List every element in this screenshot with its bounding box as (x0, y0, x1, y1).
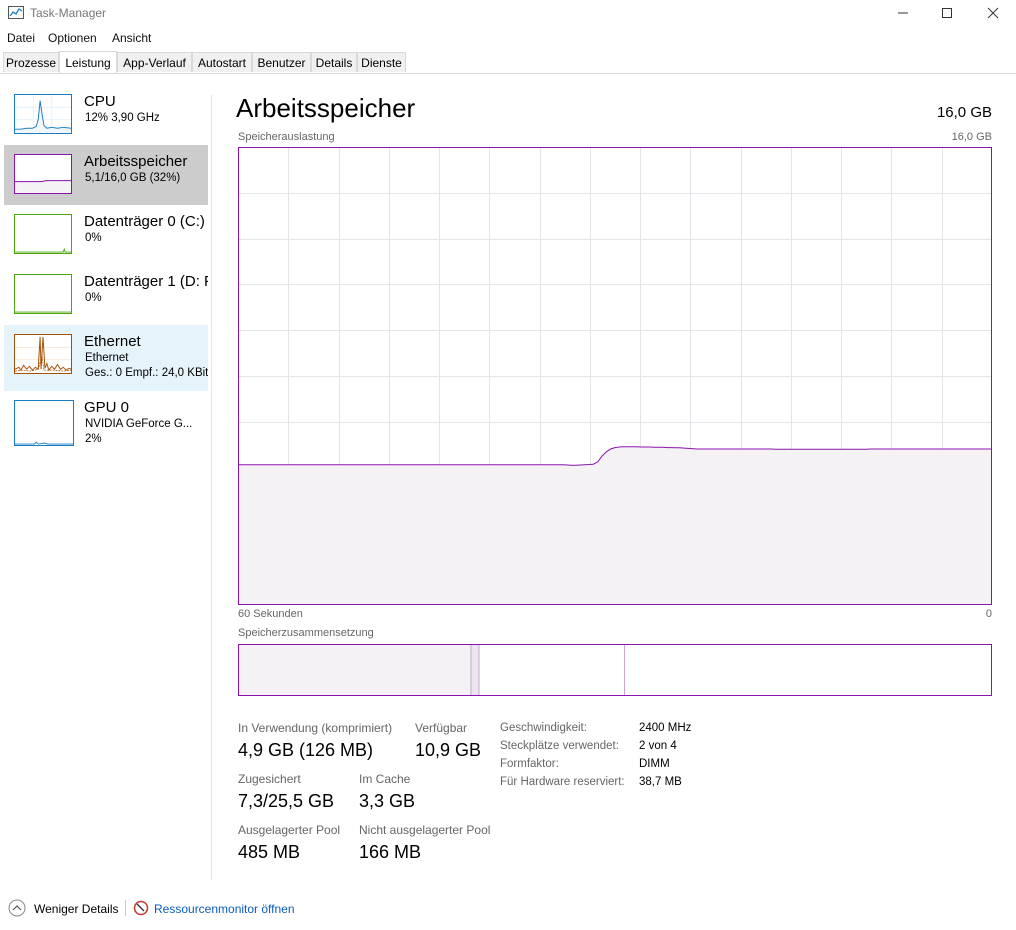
stat-nonpaged-pool-label: Nicht ausgelagerter Pool (359, 823, 491, 837)
usage-area (238, 446, 992, 605)
stat-paged-pool-label: Ausgelagerter Pool (238, 823, 341, 837)
spec-slots-value: 2 von 4 (639, 740, 677, 752)
spec-speed-label: Geschwindigkeit: (500, 722, 587, 734)
sidebar-item-title: Ethernet (84, 333, 141, 350)
stat-cached-value: 3,3 GB (359, 791, 416, 811)
window-title: Task-Manager (30, 6, 107, 20)
stat-paged-pool-value: 485 MB (238, 842, 301, 862)
tab-benutzer[interactable]: Benutzer (252, 52, 311, 72)
sidebar-item-subtitle: NVIDIA GeForce G... (85, 418, 193, 430)
sidebar-item-detail: Ges.: 0 Empf.: 24,0 KBit/ (85, 367, 208, 379)
stat-committed-label: Zugesichert (238, 772, 301, 786)
stat-available-value: 10,9 GB (415, 740, 482, 760)
title-bar: Task-Manager (0, 0, 1016, 26)
spec-reserved-label: Für Hardware reserviert: (500, 776, 625, 788)
spec-form-factor-label: Formfaktor: (500, 758, 559, 770)
disk-d-thumbnail-graph (14, 274, 72, 314)
page-title: Arbeitsspeicher (236, 93, 416, 123)
sidebar-item-title: Arbeitsspeicher (84, 153, 188, 170)
sidebar-item-gpu[interactable]: GPU 0 NVIDIA GeForce G... 2% (4, 391, 208, 457)
close-icon (987, 7, 999, 19)
composition-in-use (239, 645, 471, 695)
stat-nonpaged-pool-value: 166 MB (359, 842, 422, 862)
sidebar-item-subtitle: Ethernet (85, 352, 129, 364)
sidebar-item-memory[interactable]: Arbeitsspeicher 5,1/16,0 GB (32%) (4, 145, 208, 205)
fewer-details-button[interactable]: Weniger Details (8, 899, 120, 919)
stat-in-use-value: 4,9 GB (126 MB) (238, 740, 374, 760)
tab-dienste[interactable]: Dienste (357, 52, 406, 72)
memory-usage-graph (238, 147, 992, 605)
memory-total: 16,0 GB (936, 104, 992, 121)
menu-optionen[interactable]: Optionen (48, 31, 97, 45)
maximize-icon (942, 8, 952, 18)
memory-thumbnail-graph (14, 154, 72, 194)
sidebar-divider (211, 95, 212, 880)
tab-leistung[interactable]: Leistung (59, 51, 117, 73)
stat-cached-label: Im Cache (359, 772, 411, 786)
sidebar-item-title: GPU 0 (84, 399, 130, 416)
memory-composition-bar (238, 644, 992, 696)
ethernet-thumbnail-graph (14, 334, 72, 374)
close-button[interactable] (970, 0, 1016, 26)
sidebar-item-detail: 2% (85, 433, 102, 445)
tab-prozesse[interactable]: Prozesse (3, 52, 59, 72)
sidebar-item-ethernet[interactable]: Ethernet Ethernet Ges.: 0 Empf.: 24,0 KB… (4, 325, 208, 391)
open-resource-monitor-link[interactable]: Ressourcenmonitor öffnen (133, 899, 303, 919)
disk-c-thumbnail-graph (14, 214, 72, 254)
graph-time-right: 0 (985, 608, 992, 620)
sidebar-item-title: CPU (84, 93, 116, 110)
composition-label: Speicherzusammensetzung (238, 627, 374, 639)
sidebar-item-title: Datenträger 0 (C:) (84, 213, 205, 230)
maximize-button[interactable] (924, 0, 970, 26)
resource-monitor-icon (133, 900, 149, 916)
tab-autostart[interactable]: Autostart (192, 52, 252, 72)
stat-in-use-label: In Verwendung (komprimiert) (238, 721, 393, 735)
menu-ansicht[interactable]: Ansicht (112, 31, 151, 45)
chevron-up-icon (8, 899, 26, 917)
spec-form-factor-value: DIMM (639, 758, 670, 770)
spec-slots-label: Steckplätze verwendet: (500, 740, 619, 752)
graph-max-label: 16,0 GB (951, 131, 992, 143)
footer-separator (125, 900, 126, 916)
menu-datei[interactable]: Datei (7, 31, 35, 45)
sidebar-item-subtitle: 5,1/16,0 GB (32%) (85, 172, 181, 184)
spec-speed-value: 2400 MHz (639, 722, 692, 734)
stat-committed-value: 7,3/25,5 GB (238, 791, 335, 811)
cpu-thumbnail-graph (14, 94, 72, 134)
graph-time-left: 60 Sekunden (238, 608, 303, 620)
minimize-icon (898, 12, 908, 14)
graph-label: Speicherauslastung (238, 131, 335, 143)
gpu-thumbnail-graph (14, 400, 74, 446)
spec-reserved-value: 38,7 MB (639, 776, 682, 788)
sidebar-item-subtitle: 0% (85, 292, 102, 304)
tab-details[interactable]: Details (311, 52, 357, 72)
fewer-details-label: Weniger Details (34, 902, 119, 916)
sidebar-item-subtitle: 12% 3,90 GHz (85, 112, 160, 124)
task-manager-app-icon (8, 6, 24, 19)
composition-modified (471, 645, 479, 695)
tab-bar: Prozesse Leistung App-Verlauf Autostart … (0, 51, 1016, 74)
sidebar-item-disk-d[interactable]: Datenträger 1 (D: F 0% (4, 265, 208, 325)
sidebar-item-disk-c[interactable]: Datenträger 0 (C:) 0% (4, 205, 208, 265)
minimize-button[interactable] (880, 0, 926, 26)
stat-available-label: Verfügbar (415, 721, 468, 735)
sidebar-item-title: Datenträger 1 (D: F (84, 273, 208, 290)
resource-monitor-label: Ressourcenmonitor öffnen (154, 902, 295, 916)
tab-app-verlauf[interactable]: App-Verlauf (117, 52, 192, 72)
sidebar-item-subtitle: 0% (85, 232, 102, 244)
sidebar-item-cpu[interactable]: CPU 12% 3,90 GHz (4, 85, 208, 145)
